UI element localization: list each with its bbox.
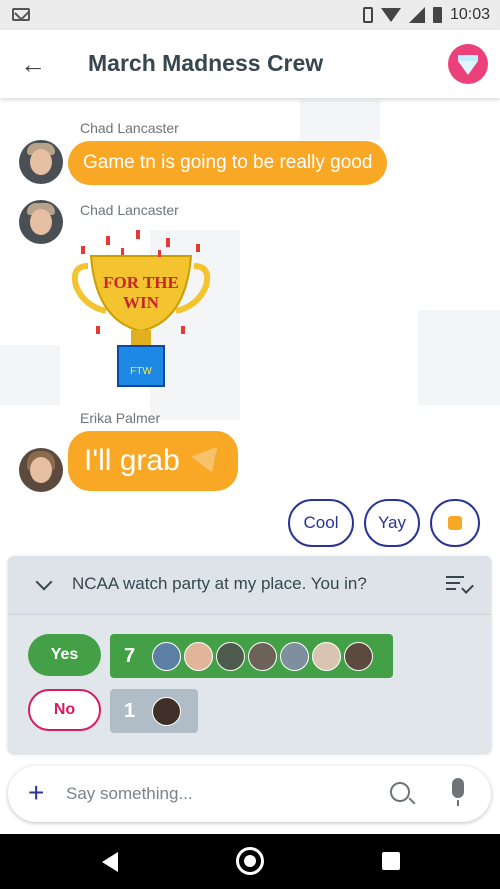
- system-nav-bar: [0, 834, 500, 889]
- pizza-icon: [191, 446, 226, 478]
- smart-reply-thumbs-up[interactable]: [430, 499, 480, 547]
- status-bar: 10:03: [0, 0, 500, 30]
- voter-avatar: [184, 641, 213, 671]
- voter-avatar: [152, 696, 181, 726]
- message-text: I'll grab: [84, 444, 180, 477]
- message-bubble[interactable]: Game tn is going to be really good: [68, 141, 388, 185]
- nav-back-icon[interactable]: [102, 852, 118, 872]
- avatar[interactable]: [19, 140, 63, 184]
- nav-recents-icon[interactable]: [382, 852, 400, 870]
- compose-bar[interactable]: + Say something...: [8, 766, 491, 822]
- no-voters: [152, 696, 181, 726]
- yes-tally[interactable]: 7: [110, 634, 393, 678]
- smart-reply-cool[interactable]: Cool: [288, 499, 354, 547]
- checklist-icon[interactable]: [446, 576, 474, 596]
- vibrate-icon: [362, 7, 373, 23]
- sticker-text-line: WIN: [123, 293, 160, 312]
- no-count: 1: [124, 699, 136, 722]
- voter-avatar: [248, 641, 277, 671]
- voter-avatar: [152, 641, 181, 671]
- message-input[interactable]: Say something...: [66, 784, 193, 804]
- gem-icon: [458, 55, 478, 75]
- vote-yes-button[interactable]: Yes: [28, 634, 101, 676]
- trophy-sticker[interactable]: FOR THE WIN FTW: [66, 226, 216, 396]
- wifi-icon: [380, 8, 401, 22]
- yes-voters: [152, 641, 373, 671]
- avatar[interactable]: [19, 448, 63, 492]
- group-avatar[interactable]: [448, 44, 488, 84]
- mic-icon[interactable]: [452, 778, 464, 806]
- no-tally[interactable]: 1: [110, 689, 198, 733]
- thumbs-up-icon: [448, 516, 462, 530]
- smart-reply-yay[interactable]: Yay: [364, 499, 420, 547]
- sticker-base-text: FTW: [130, 366, 152, 377]
- voter-avatar: [216, 641, 245, 671]
- background-pattern: [418, 310, 500, 405]
- mail-notification-icon: [12, 8, 30, 21]
- battery-icon: [432, 7, 442, 23]
- avatar[interactable]: [19, 200, 63, 244]
- voter-avatar: [312, 641, 341, 671]
- lens-icon[interactable]: [390, 782, 410, 802]
- message-bubble[interactable]: I'll grab: [68, 431, 239, 491]
- voter-avatar: [344, 641, 373, 671]
- sender-name: Chad Lancaster: [80, 202, 179, 218]
- sticker-text-line: FOR THE: [103, 273, 179, 292]
- status-icons: 10:03: [362, 5, 490, 25]
- conversation-title: March Madness Crew: [88, 50, 324, 76]
- app-bar: ← March Madness Crew: [0, 30, 500, 98]
- sender-name: Chad Lancaster: [80, 120, 179, 136]
- background-pattern: [0, 345, 60, 405]
- sender-name: Erika Palmer: [80, 410, 161, 426]
- voter-avatar: [280, 641, 309, 671]
- poll-header[interactable]: NCAA watch party at my place. You in?: [8, 556, 491, 615]
- poll-question: NCAA watch party at my place. You in?: [72, 574, 367, 593]
- yes-count: 7: [124, 644, 136, 667]
- poll-card: NCAA watch party at my place. You in? Ye…: [8, 556, 491, 753]
- vote-no-button[interactable]: No: [28, 689, 101, 731]
- back-arrow-icon[interactable]: ←: [20, 50, 48, 78]
- nav-home-icon[interactable]: [236, 847, 264, 875]
- clock: 10:03: [449, 6, 490, 23]
- chevron-down-icon[interactable]: [35, 573, 53, 591]
- background-pattern: [300, 100, 380, 140]
- signal-icon: [408, 7, 425, 23]
- plus-icon[interactable]: +: [28, 778, 44, 808]
